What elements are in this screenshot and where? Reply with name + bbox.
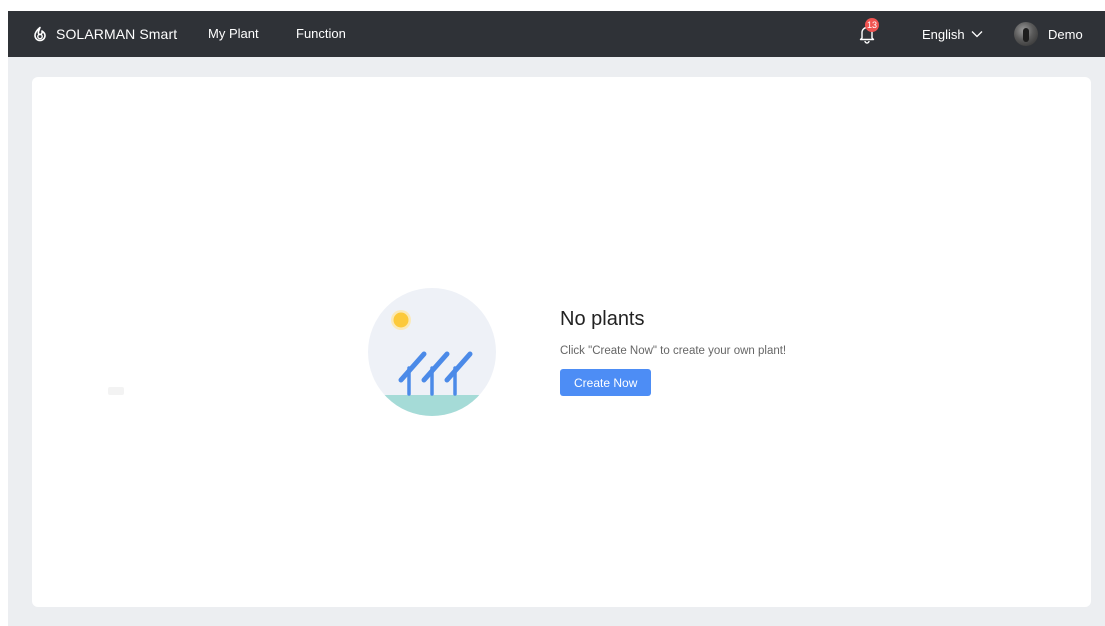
notification-count-badge: 13 (865, 18, 879, 32)
top-navbar: SOLARMAN Smart My Plant Function 13 Engl… (8, 11, 1105, 57)
empty-state-title: No plants (560, 308, 645, 330)
brand[interactable]: SOLARMAN Smart (32, 11, 177, 57)
empty-state-description: Click "Create Now" to create your own pl… (560, 345, 787, 357)
user-name: Demo (1048, 26, 1083, 42)
nav-function[interactable]: Function (296, 11, 346, 57)
user-menu[interactable]: Demo (1014, 11, 1083, 57)
nav-my-plant[interactable]: My Plant (208, 11, 259, 57)
empty-state: No plants Click "Create Now" to create y… (560, 308, 786, 396)
solar-panels-illustration (368, 288, 496, 416)
faint-mark (108, 387, 124, 395)
top-strip (0, 0, 1105, 11)
solarman-logo-icon (34, 26, 46, 42)
avatar (1014, 22, 1038, 46)
language-label: English (922, 26, 965, 42)
chevron-down-icon (971, 31, 983, 38)
language-selector[interactable]: English (922, 11, 983, 57)
create-now-button[interactable]: Create Now (560, 369, 652, 396)
brand-name: SOLARMAN Smart (56, 26, 178, 42)
